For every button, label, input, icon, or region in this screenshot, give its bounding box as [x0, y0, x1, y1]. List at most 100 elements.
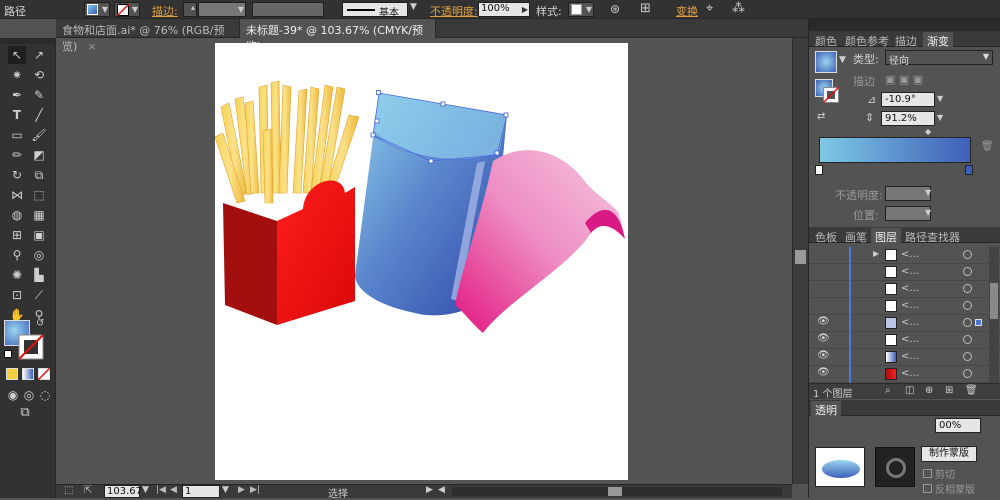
opacity-label[interactable]: 不透明度: — [430, 3, 478, 19]
gradient-thumbnail-dropdown-icon[interactable]: ▼ — [839, 55, 846, 65]
magic-wand-icon[interactable]: ✷ — [8, 66, 26, 84]
target-icon[interactable] — [963, 335, 972, 344]
eye-icon[interactable]: 👁 — [817, 350, 830, 361]
aspect-ratio-field[interactable]: 91.2% — [881, 111, 935, 126]
stroke-label[interactable]: 描边: — [152, 3, 178, 19]
transparency-opacity-field[interactable]: 00% — [935, 418, 981, 433]
rectangle-tool-icon[interactable]: ▭ — [8, 126, 26, 144]
brush-dropdown-arrow[interactable]: ▼ — [410, 2, 417, 12]
delete-stop-icon[interactable]: 🗑 — [981, 141, 994, 152]
tab-layers[interactable]: 图层 — [871, 228, 901, 244]
layer-row[interactable]: ▶ <... — [809, 247, 1000, 264]
eyedropper-icon[interactable]: ⚲ — [8, 246, 26, 264]
invert-mask-checkbox[interactable] — [923, 484, 932, 493]
gradient-stroke-swatch[interactable] — [823, 87, 839, 103]
shape-builder-icon[interactable]: ◍ — [8, 206, 26, 224]
layer-row[interactable]: 👁 <... — [809, 349, 1000, 366]
target-icon[interactable] — [963, 318, 972, 327]
blend-tool-icon[interactable]: ◎ — [30, 246, 48, 264]
tab-color-guide[interactable]: 颜色参考 — [841, 32, 893, 48]
mask-thumbnail[interactable] — [875, 447, 915, 487]
recolor-icon[interactable]: ⊛ — [610, 2, 620, 16]
symbol-sprayer-icon[interactable]: ✺ — [8, 266, 26, 284]
opacity-field[interactable]: 100% ▶ — [478, 2, 530, 17]
target-icon[interactable] — [963, 352, 972, 361]
delete-layer-icon[interactable]: 🗑 — [965, 385, 978, 396]
stroke-color-icon[interactable] — [18, 334, 44, 360]
selection-tool-icon[interactable]: ↖ — [8, 46, 26, 64]
type-tool-icon[interactable]: T — [8, 106, 26, 124]
locate-object-icon[interactable]: ⌕ — [885, 385, 891, 396]
default-colors-icon[interactable] — [4, 350, 12, 358]
tab-color[interactable]: 颜色 — [811, 32, 841, 48]
tab-brushes[interactable]: 画笔 — [841, 228, 871, 244]
curvature-tool-icon[interactable]: ✎ — [30, 86, 48, 104]
gradient-mode-icon[interactable] — [22, 368, 34, 380]
tab-gradient[interactable]: 渐变 — [923, 32, 953, 48]
tab-untitled-39[interactable]: 未标题-39* @ 103.67% (CMYK/预览)× — [240, 19, 436, 53]
horizontal-scrollbar[interactable] — [452, 487, 782, 496]
eye-icon[interactable]: 👁 — [817, 316, 830, 327]
next-artboard-icon[interactable]: ▶ — [238, 485, 245, 495]
last-artboard-icon[interactable]: ▶| — [250, 485, 260, 495]
brush-style-dropdown[interactable]: 基本 — [342, 2, 408, 19]
gradient-opacity-dropdown-icon[interactable]: ▼ — [925, 188, 931, 197]
tab-swatches[interactable]: 色板 — [811, 228, 841, 244]
artboard-dropdown-icon[interactable]: ▼ — [222, 485, 229, 495]
hscroll-thumb[interactable] — [608, 487, 622, 496]
width-tool-icon[interactable]: ⋈ — [8, 186, 26, 204]
clipping-mask-icon[interactable]: ◫ — [905, 385, 914, 396]
layer-row[interactable]: <... — [809, 298, 1000, 315]
line-tool-icon[interactable]: ╱ — [30, 106, 48, 124]
reverse-gradient-icon[interactable]: ⇄ — [817, 111, 825, 122]
vertical-scrollbar[interactable] — [792, 38, 808, 484]
gradient-slider[interactable] — [819, 137, 971, 163]
artboard[interactable] — [214, 43, 628, 480]
scale-tool-icon[interactable]: ⧉ — [30, 166, 48, 184]
angle-dropdown-icon[interactable]: ▼ — [937, 94, 943, 103]
slice-tool-icon[interactable]: ⟋ — [30, 286, 48, 304]
scroll-thumb[interactable] — [795, 250, 806, 264]
zoom-field[interactable]: 103.67 — [104, 485, 142, 498]
status-menu-icon[interactable]: ▶ — [426, 485, 433, 495]
angle-field[interactable]: -10.9° — [881, 92, 935, 107]
swap-colors-icon[interactable]: ↺ — [36, 318, 44, 329]
isolate-icon[interactable]: ⌖ — [706, 1, 713, 16]
gradient-tool-icon[interactable]: ▣ — [30, 226, 48, 244]
screen-mode-icon[interactable]: ⧉ — [16, 404, 34, 422]
direct-selection-tool-icon[interactable]: ↗ — [30, 46, 48, 64]
layer-row[interactable]: 👁 <... — [809, 315, 1000, 332]
target-icon[interactable] — [963, 301, 972, 310]
tab-pathfinder[interactable]: 路径查找器 — [901, 228, 964, 244]
artboard-number-field[interactable]: 1 — [182, 485, 220, 498]
gradient-thumbnail[interactable] — [815, 51, 837, 73]
clip-checkbox[interactable] — [923, 469, 932, 478]
tab-food-store[interactable]: 食物和店面.ai* @ 76% (RGB/预览) × — [56, 19, 240, 53]
fries-box[interactable] — [223, 180, 355, 325]
new-sublayer-icon[interactable]: ⊕ — [925, 385, 933, 396]
prev-artboard-icon[interactable]: ◀ — [170, 485, 177, 495]
variable-width-field[interactable] — [252, 2, 324, 17]
share-icon[interactable]: ⇱ — [84, 485, 92, 496]
gradient-position-dropdown-icon[interactable]: ▼ — [925, 208, 931, 217]
lasso-icon[interactable]: ⟲ — [30, 66, 48, 84]
gradient-stop-end[interactable] — [965, 165, 973, 175]
ratio-dropdown-icon[interactable]: ▼ — [937, 113, 943, 122]
options-icon[interactable]: ⁂ — [732, 1, 745, 16]
export-icon[interactable]: ⬚ — [64, 485, 73, 496]
target-icon[interactable] — [963, 284, 972, 293]
artboard-tool-icon[interactable]: ⊡ — [8, 286, 26, 304]
transform-label[interactable]: 变换 — [676, 3, 698, 19]
gradient-type-select[interactable]: 径向 ▼ — [885, 50, 993, 67]
free-transform-icon[interactable]: ⬚ — [30, 186, 48, 204]
stroke-swatch-dropdown[interactable]: ▼ — [114, 2, 140, 17]
tab-stroke[interactable]: 描边 — [891, 32, 921, 48]
target-icon[interactable] — [963, 267, 972, 276]
fill-swatch-dropdown[interactable]: ▼ — [84, 2, 110, 17]
paintbrush-icon[interactable]: 🖌 — [30, 126, 48, 144]
eye-icon[interactable]: 👁 — [817, 333, 830, 344]
rotate-tool-icon[interactable]: ↻ — [8, 166, 26, 184]
expand-icon[interactable]: ▶ — [873, 249, 879, 258]
draw-inside-icon[interactable]: ◌ — [36, 386, 54, 404]
zoom-dropdown-icon[interactable]: ▼ — [142, 485, 149, 495]
